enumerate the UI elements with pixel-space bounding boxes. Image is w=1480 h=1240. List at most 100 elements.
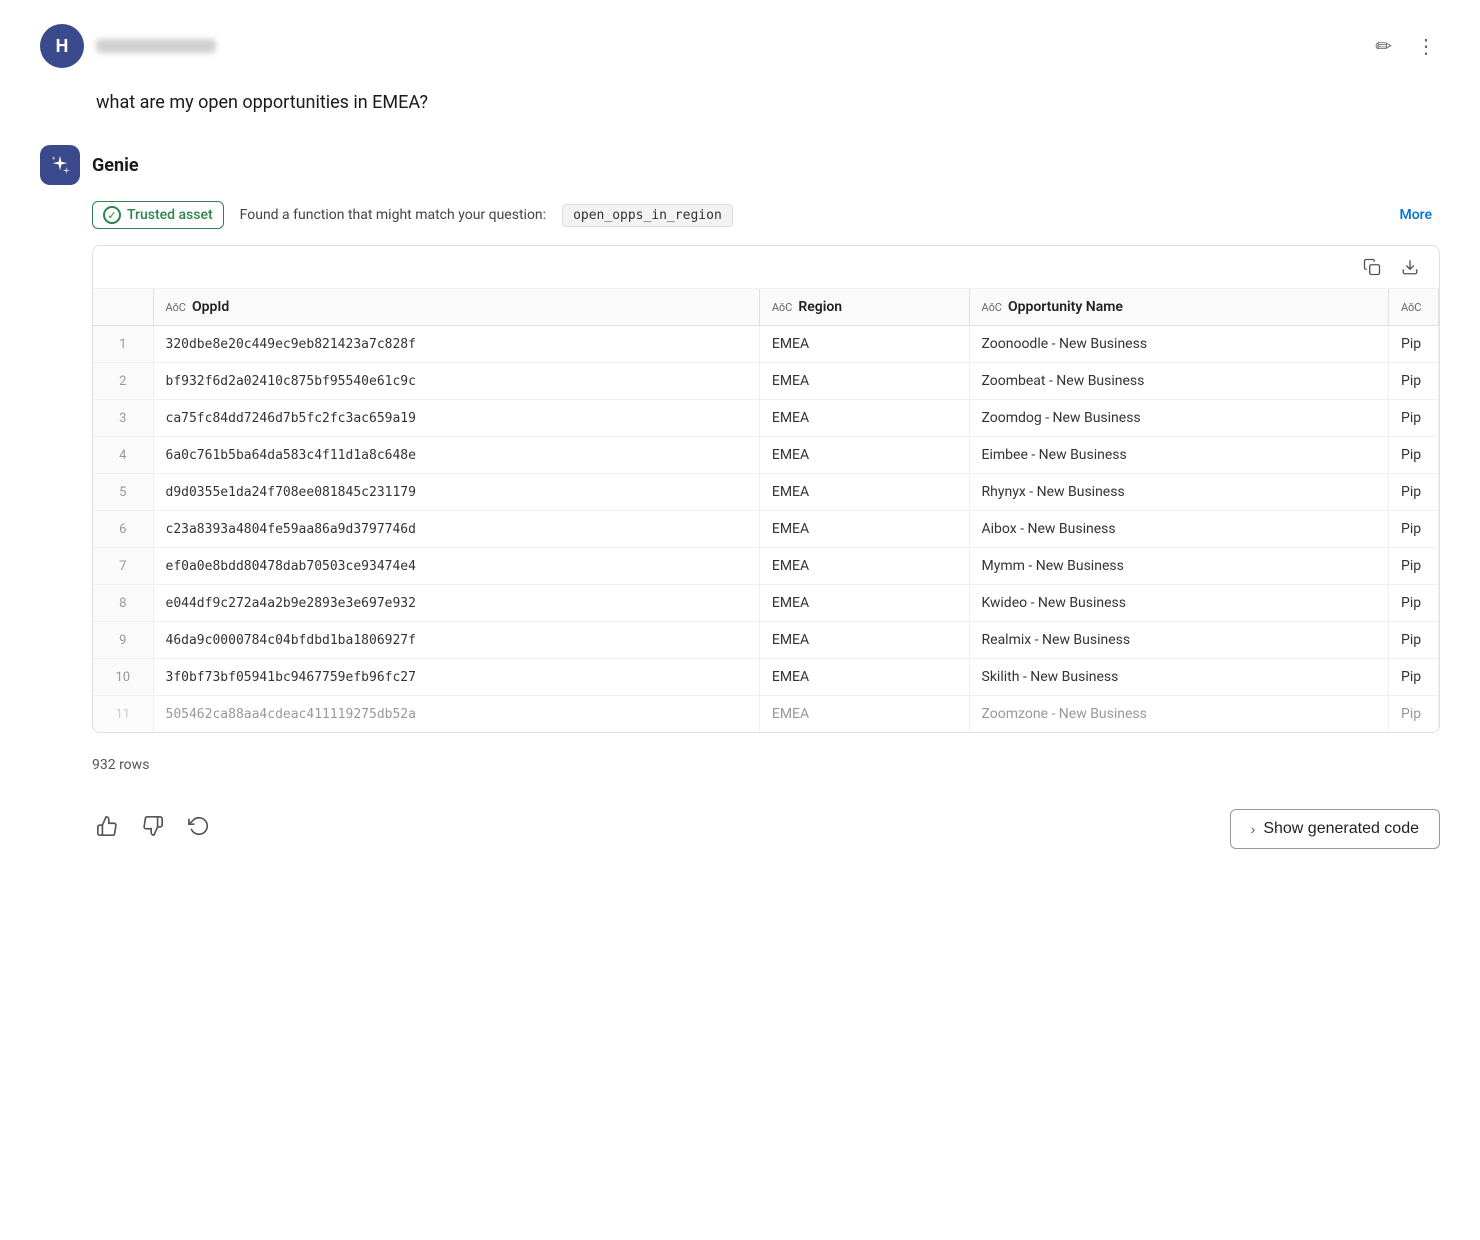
user-question: what are my open opportunities in EMEA?	[40, 92, 1440, 113]
opp-name-cell: Zoomdog - New Business	[969, 400, 1388, 437]
opp-name-cell: Rhynyx - New Business	[969, 474, 1388, 511]
table-body: 1 320dbe8e20c449ec9eb821423a7c828f EMEA …	[93, 326, 1439, 733]
function-name-tag: open_opps_in_region	[562, 204, 733, 227]
table-row: 5 d9d0355e1da24f708ee081845c231179 EMEA …	[93, 474, 1439, 511]
chevron-icon: ›	[1251, 821, 1256, 837]
region-cell: EMEA	[759, 474, 969, 511]
opp-name-cell: Kwideo - New Business	[969, 585, 1388, 622]
more-link[interactable]: More	[1399, 207, 1440, 223]
row-num-cell: 9	[93, 622, 153, 659]
opp-id-cell: 320dbe8e20c449ec9eb821423a7c828f	[153, 326, 759, 363]
opp-id-cell: 505462ca88aa4cdeac411119275db52a	[153, 696, 759, 733]
col-type-icon-partial: AǒC	[1401, 301, 1421, 314]
opp-id-cell: c23a8393a4804fe59aa86a9d3797746d	[153, 511, 759, 548]
trusted-asset-label: Trusted asset	[127, 207, 213, 223]
partial-col-cell: Pip	[1389, 659, 1439, 696]
col-type-icon-region: AǒC	[772, 301, 792, 314]
sparkle-icon	[49, 154, 71, 176]
table-row: 3 ca75fc84dd7246d7b5fc2fc3ac659a19 EMEA …	[93, 400, 1439, 437]
header-row: H ✏ ⋮	[40, 24, 1440, 68]
opp-id-cell: d9d0355e1da24f708ee081845c231179	[153, 474, 759, 511]
partial-col-cell: Pip	[1389, 437, 1439, 474]
col-label-region: Region	[798, 299, 842, 315]
genie-header: Genie	[40, 145, 1440, 185]
partial-col-cell: Pip	[1389, 400, 1439, 437]
col-header-oppid: AǒC OppId	[153, 289, 759, 326]
show-generated-code-button[interactable]: › Show generated code	[1230, 809, 1440, 849]
region-cell: EMEA	[759, 548, 969, 585]
opp-name-cell: Aibox - New Business	[969, 511, 1388, 548]
more-options-button[interactable]: ⋮	[1412, 30, 1440, 63]
results-table-container: AǒC OppId AǒC Region AǒC	[92, 245, 1440, 733]
col-header-partial: AǒC	[1389, 289, 1439, 326]
table-header-row: AǒC OppId AǒC Region AǒC	[93, 289, 1439, 326]
partial-col-cell: Pip	[1389, 326, 1439, 363]
partial-col-cell: Pip	[1389, 511, 1439, 548]
genie-section: Genie ✓ Trusted asset Found a function t…	[40, 145, 1440, 849]
row-num-cell: 6	[93, 511, 153, 548]
row-num-cell: 5	[93, 474, 153, 511]
opp-name-cell: Realmix - New Business	[969, 622, 1388, 659]
found-function-text: Found a function that might match your q…	[240, 207, 546, 223]
trusted-check-icon: ✓	[103, 206, 121, 224]
opp-id-cell: 46da9c0000784c04bfdbd1ba1806927f	[153, 622, 759, 659]
header-left: H	[40, 24, 216, 68]
thumbs-up-button[interactable]	[92, 811, 122, 847]
opp-id-cell: 6a0c761b5ba64da583c4f11d1a8c648e	[153, 437, 759, 474]
col-header-region: AǒC Region	[759, 289, 969, 326]
copy-button[interactable]	[1359, 256, 1385, 278]
genie-avatar	[40, 145, 80, 185]
table-row: 2 bf932f6d2a02410c875bf95540e61c9c EMEA …	[93, 363, 1439, 400]
download-button[interactable]	[1397, 256, 1423, 278]
region-cell: EMEA	[759, 511, 969, 548]
trusted-asset-badge: ✓ Trusted asset	[92, 201, 224, 229]
row-num-cell: 2	[93, 363, 153, 400]
table-toolbar	[93, 246, 1439, 289]
opp-id-cell: e044df9c272a4a2b9e2893e3e697e932	[153, 585, 759, 622]
footer-actions: › Show generated code	[92, 809, 1440, 849]
region-cell: EMEA	[759, 696, 969, 733]
user-name-blurred	[96, 39, 216, 53]
data-table: AǒC OppId AǒC Region AǒC	[93, 289, 1439, 732]
opp-id-cell: ca75fc84dd7246d7b5fc2fc3ac659a19	[153, 400, 759, 437]
opp-name-cell: Zoonoodle - New Business	[969, 326, 1388, 363]
row-num-cell: 7	[93, 548, 153, 585]
partial-col-cell: Pip	[1389, 363, 1439, 400]
row-num-cell: 8	[93, 585, 153, 622]
col-label-oppid: OppId	[192, 299, 229, 315]
header-actions: ✏ ⋮	[1371, 30, 1440, 63]
col-header-opportunity-name: AǒC Opportunity Name	[969, 289, 1388, 326]
row-num-cell: 3	[93, 400, 153, 437]
table-row: 8 e044df9c272a4a2b9e2893e3e697e932 EMEA …	[93, 585, 1439, 622]
region-cell: EMEA	[759, 585, 969, 622]
opp-name-cell: Skilith - New Business	[969, 659, 1388, 696]
region-cell: EMEA	[759, 659, 969, 696]
row-num-cell: 10	[93, 659, 153, 696]
genie-name: Genie	[92, 155, 139, 176]
download-icon	[1401, 258, 1419, 276]
thumbs-down-button[interactable]	[138, 811, 168, 847]
opp-id-cell: ef0a0e8bdd80478dab70503ce93474e4	[153, 548, 759, 585]
opp-name-cell: Zoombeat - New Business	[969, 363, 1388, 400]
feedback-icons	[92, 811, 214, 847]
edit-button[interactable]: ✏	[1371, 30, 1396, 63]
partial-col-cell: Pip	[1389, 548, 1439, 585]
table-row: 1 320dbe8e20c449ec9eb821423a7c828f EMEA …	[93, 326, 1439, 363]
region-cell: EMEA	[759, 326, 969, 363]
col-label-oppname: Opportunity Name	[1008, 299, 1123, 315]
table-row: 11 505462ca88aa4cdeac411119275db52a EMEA…	[93, 696, 1439, 733]
refresh-button[interactable]	[184, 811, 214, 847]
copy-icon	[1363, 258, 1381, 276]
refresh-icon	[188, 815, 210, 837]
opp-name-cell: Mymm - New Business	[969, 548, 1388, 585]
partial-col-cell: Pip	[1389, 622, 1439, 659]
table-row: 4 6a0c761b5ba64da583c4f11d1a8c648e EMEA …	[93, 437, 1439, 474]
thumbs-up-icon	[96, 815, 118, 837]
opp-name-cell: Eimbee - New Business	[969, 437, 1388, 474]
row-count: 932 rows	[92, 757, 1440, 773]
partial-col-cell: Pip	[1389, 585, 1439, 622]
region-cell: EMEA	[759, 622, 969, 659]
table-row: 6 c23a8393a4804fe59aa86a9d3797746d EMEA …	[93, 511, 1439, 548]
row-num-cell: 11	[93, 696, 153, 733]
region-cell: EMEA	[759, 437, 969, 474]
